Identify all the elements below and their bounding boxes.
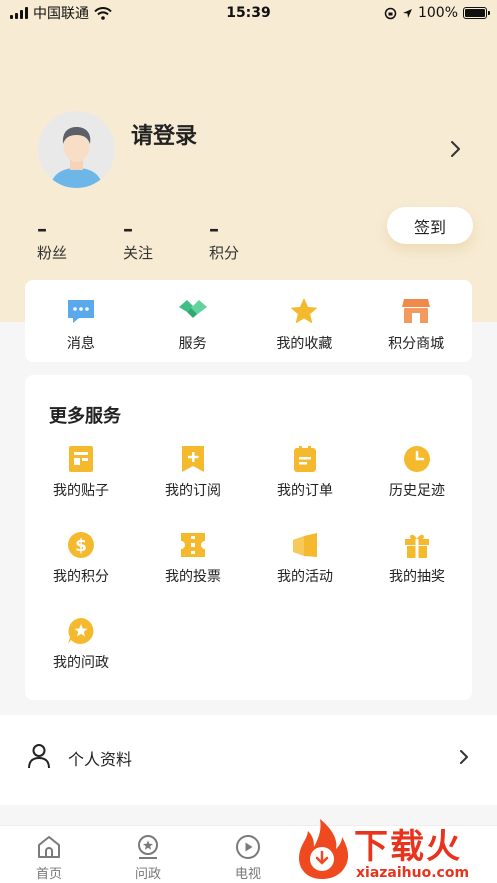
service-label: 我的贴子 [53,483,109,499]
tab-home[interactable]: 首页 [19,834,79,882]
tab-inquiry[interactable]: 问政 [118,834,178,882]
history-icon [404,446,430,472]
activity-icon [293,533,317,557]
stat-label: 积分 [209,244,240,262]
stat-points[interactable]: – 积分 [209,217,269,263]
service-label: 我的问政 [53,655,109,671]
inquiry-tab-icon [138,835,158,859]
service-label: 我的积分 [53,569,109,585]
tab-tv[interactable]: 电视 [218,834,278,882]
stat-label: 粉丝 [37,244,68,262]
wifi-icon [94,6,112,20]
points-icon: $ [68,532,94,558]
service-my-points[interactable]: $ 我的积分 [25,530,137,586]
service-label: 我的抽奖 [389,569,445,585]
quick-action-label: 积分商城 [388,336,445,352]
message-icon [67,300,94,323]
checkin-button[interactable]: 签到 [387,207,473,244]
section-title: 更多服务 [49,406,121,427]
home-icon [38,836,60,858]
quick-action-label: 我的收藏 [276,336,333,352]
stat-fans[interactable]: – 粉丝 [37,217,97,263]
quick-action-label: 消息 [66,336,95,352]
service-my-votes[interactable]: 我的投票 [137,530,249,586]
service-label: 历史足迹 [389,483,445,499]
quick-actions-card: 消息 服务 我的收藏 积分商城 [25,280,472,362]
store-icon [402,299,431,323]
battery-icon [463,7,490,19]
post-icon [69,446,93,472]
location-icon [402,8,412,18]
service-history[interactable]: 历史足迹 [361,444,473,500]
status-bar: 中国联通 15:39 100% [0,0,497,26]
svg-text:$: $ [75,536,87,556]
order-icon [294,446,316,472]
stat-value: – [37,217,47,241]
tab-label: 问政 [134,867,161,882]
handshake-icon [178,300,207,318]
quick-action-services[interactable]: 服务 [137,280,249,362]
list-item-label: 个人资料 [68,750,133,769]
more-services-card: 更多服务 我的贴子 我的订阅 我的订单 历史足迹 $ 我的积分 我的投票 我的活… [25,375,472,700]
login-prompt[interactable]: 请登录 [131,118,197,150]
stat-value: – [209,217,219,241]
tab-label: 首页 [35,867,62,882]
signal-icon [10,7,28,19]
watermark: 下载火 xiazaihuo.com [292,815,497,883]
service-my-orders[interactable]: 我的订单 [249,444,361,500]
chevron-right-icon [460,750,468,764]
service-my-subscriptions[interactable]: 我的订阅 [137,444,249,500]
rotation-lock-icon [384,7,397,19]
subscribe-icon [182,446,204,472]
quick-action-label: 服务 [178,336,207,352]
battery-percent: 100% [417,5,458,21]
tab-label: 电视 [234,867,261,882]
watermark-url: xiazaihuo.com [356,865,470,881]
stat-value: – [123,217,133,241]
service-my-inquiries[interactable]: 我的问政 [25,616,137,672]
service-label: 我的投票 [165,569,221,585]
carrier-label: 中国联通 [33,6,89,22]
flame-logo-icon [298,819,349,879]
person-icon [28,744,50,769]
star-icon [290,298,318,324]
service-my-posts[interactable]: 我的贴子 [25,444,137,500]
default-avatar-icon [50,127,103,188]
avatar[interactable] [38,111,115,188]
service-label: 我的订单 [277,483,333,499]
quick-action-points-mall[interactable]: 积分商城 [360,280,472,362]
service-my-lottery[interactable]: 我的抽奖 [361,530,473,586]
quick-action-favorites[interactable]: 我的收藏 [249,280,361,362]
service-label: 我的订阅 [165,483,221,499]
service-my-activities[interactable]: 我的活动 [249,530,361,586]
gift-icon [405,534,429,558]
stat-label: 关注 [123,244,154,262]
chevron-right-icon[interactable] [446,138,466,160]
list-item-personal-info[interactable]: 个人资料 [0,715,497,797]
tv-icon [236,835,260,859]
settings-list: 个人资料 [0,715,497,805]
stat-following[interactable]: – 关注 [123,217,183,263]
inquiry-icon [68,618,94,644]
quick-action-messages[interactable]: 消息 [25,280,137,362]
service-label: 我的活动 [277,569,333,585]
watermark-text: 下载火 [354,827,462,867]
vote-icon [181,533,205,557]
